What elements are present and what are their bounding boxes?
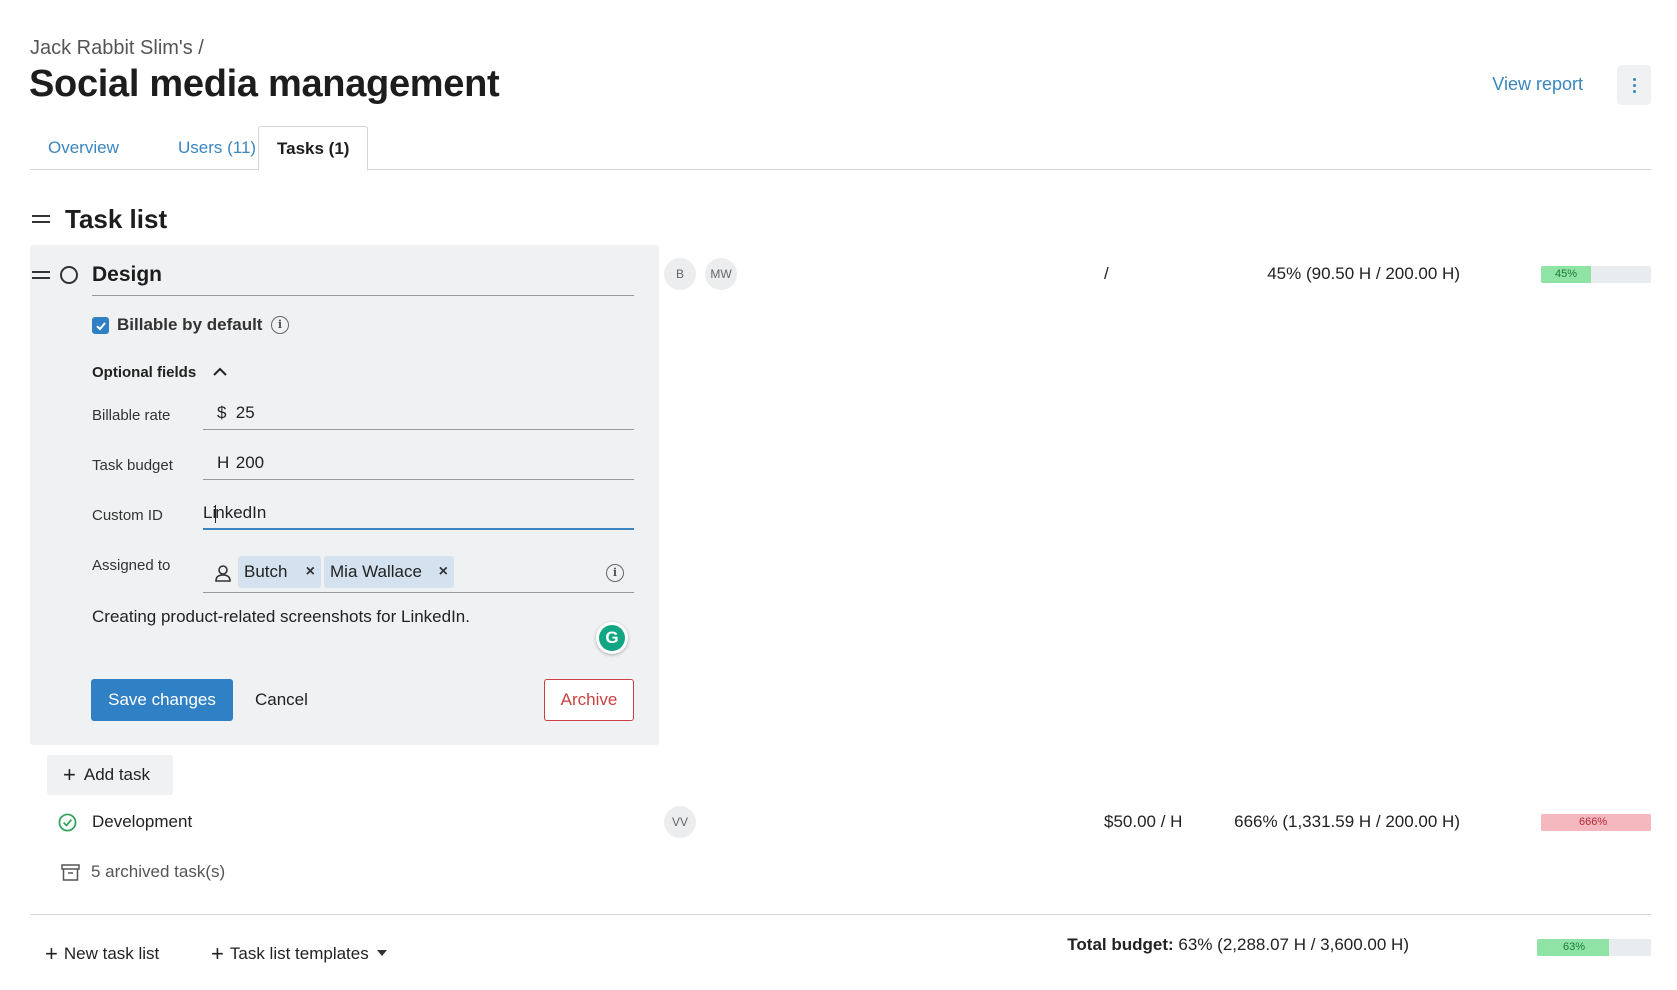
assignee-name: Mia Wallace — [330, 562, 422, 581]
assign-info-icon[interactable]: i — [606, 564, 624, 582]
hours-prefix: H — [217, 453, 230, 472]
divider — [30, 914, 1651, 915]
billable-info-icon[interactable]: i — [271, 316, 289, 334]
task-budget-summary: 666% (1,331.59 H / 200.00 H) — [1234, 812, 1460, 831]
task-list-templates-dropdown[interactable]: + Task list templates — [211, 941, 387, 967]
page-title: Social media management — [29, 63, 500, 105]
remove-assignee-icon[interactable]: × — [306, 556, 315, 588]
new-task-list-label: New task list — [63, 944, 160, 963]
plus-icon: + — [63, 762, 76, 787]
total-budget-summary: Total budget: 63% (2,288.07 H / 3,600.00… — [1067, 935, 1409, 955]
task-budget-input[interactable]: H 200 — [203, 446, 634, 480]
breadcrumb[interactable]: Jack Rabbit Slim's / — [30, 37, 204, 60]
task-budget-value: 200 — [235, 453, 265, 472]
save-changes-button[interactable]: Save changes — [91, 679, 233, 721]
assignee-chip[interactable]: Butch × — [238, 556, 321, 588]
tab-bar: Overview Users (11) Tasks (1) — [30, 126, 1651, 171]
view-report-link[interactable]: View report — [1492, 74, 1583, 95]
archive-button[interactable]: Archive — [544, 679, 634, 721]
task-budget-bar-label: 666% — [1579, 816, 1608, 828]
task-rate: $50.00 / H — [1104, 812, 1183, 831]
add-task-label: Add task — [83, 765, 151, 784]
task-status-circle-icon[interactable] — [60, 266, 78, 284]
avatar[interactable]: B — [664, 258, 696, 290]
billable-rate-input[interactable]: $ 25 — [203, 396, 634, 430]
task-budget-bar-label: 45% — [1555, 268, 1578, 280]
assignee-chip[interactable]: Mia Wallace × — [324, 556, 454, 588]
archived-tasks-link[interactable]: 5 archived task(s) — [91, 862, 225, 882]
chevron-up-icon[interactable] — [212, 366, 228, 378]
plus-icon: + — [45, 941, 58, 966]
assigned-to-input[interactable]: Butch × Mia Wallace × i — [203, 553, 634, 593]
tab-overview[interactable]: Overview — [30, 126, 137, 170]
task-name-input[interactable]: Design — [92, 260, 634, 296]
add-task-button[interactable]: + Add task — [47, 755, 173, 795]
assignee-name: Butch — [244, 562, 288, 581]
task-budget-label: Task budget — [92, 457, 173, 474]
checkmark-icon — [95, 321, 106, 330]
check-circle-icon[interactable] — [58, 813, 77, 832]
kebab-menu-icon — [1632, 77, 1636, 93]
avatar[interactable]: MW — [705, 258, 737, 290]
task-description[interactable]: Creating product-related screenshots for… — [92, 607, 470, 627]
task-budget-bar: 666% — [1541, 814, 1651, 831]
cancel-button[interactable]: Cancel — [255, 690, 308, 710]
total-budget-bar-label: 63% — [1563, 941, 1586, 953]
remove-assignee-icon[interactable]: × — [439, 556, 448, 588]
grammarly-icon[interactable]: G — [596, 622, 628, 654]
task-list-templates-label: Task list templates — [229, 944, 369, 963]
task-budget-summary: 45% (90.50 H / 200.00 H) — [1267, 264, 1460, 283]
caret-down-icon — [376, 950, 387, 956]
custom-id-value-end: nkedIn — [215, 503, 267, 522]
billable-rate-label: Billable rate — [92, 407, 171, 424]
total-budget-bar: 63% — [1537, 939, 1651, 956]
billable-default-checkbox[interactable] — [92, 317, 109, 334]
user-icon — [215, 565, 231, 582]
assigned-to-label: Assigned to — [92, 557, 171, 574]
optional-fields-toggle[interactable]: Optional fields — [92, 364, 196, 381]
more-options-button[interactable] — [1617, 65, 1651, 105]
billable-default-label[interactable]: Billable by default — [117, 315, 262, 335]
archive-box-icon — [61, 864, 80, 881]
plus-icon: + — [211, 941, 224, 966]
currency-prefix: $ — [217, 403, 227, 422]
task-name[interactable]: Development — [92, 812, 192, 832]
tab-tasks[interactable]: Tasks (1) — [258, 126, 369, 171]
total-budget-label: Total budget: — [1067, 935, 1174, 954]
tab-users[interactable]: Users (11) — [160, 126, 274, 170]
total-budget-value: 63% (2,288.07 H / 3,600.00 H) — [1178, 935, 1409, 954]
task-budget-bar: 45% — [1541, 266, 1651, 283]
custom-id-label: Custom ID — [92, 507, 163, 524]
task-list-drag-handle-icon[interactable] — [32, 215, 50, 227]
new-task-list-button[interactable]: + New task list — [45, 941, 159, 967]
custom-id-input[interactable]: LinkedIn — [203, 496, 634, 530]
task-rate: / — [1104, 264, 1109, 283]
task-list-title: Task list — [65, 204, 168, 234]
billable-rate-value: 25 — [235, 403, 255, 422]
task-drag-handle-icon[interactable] — [32, 271, 50, 283]
avatar[interactable]: VV — [664, 806, 696, 838]
